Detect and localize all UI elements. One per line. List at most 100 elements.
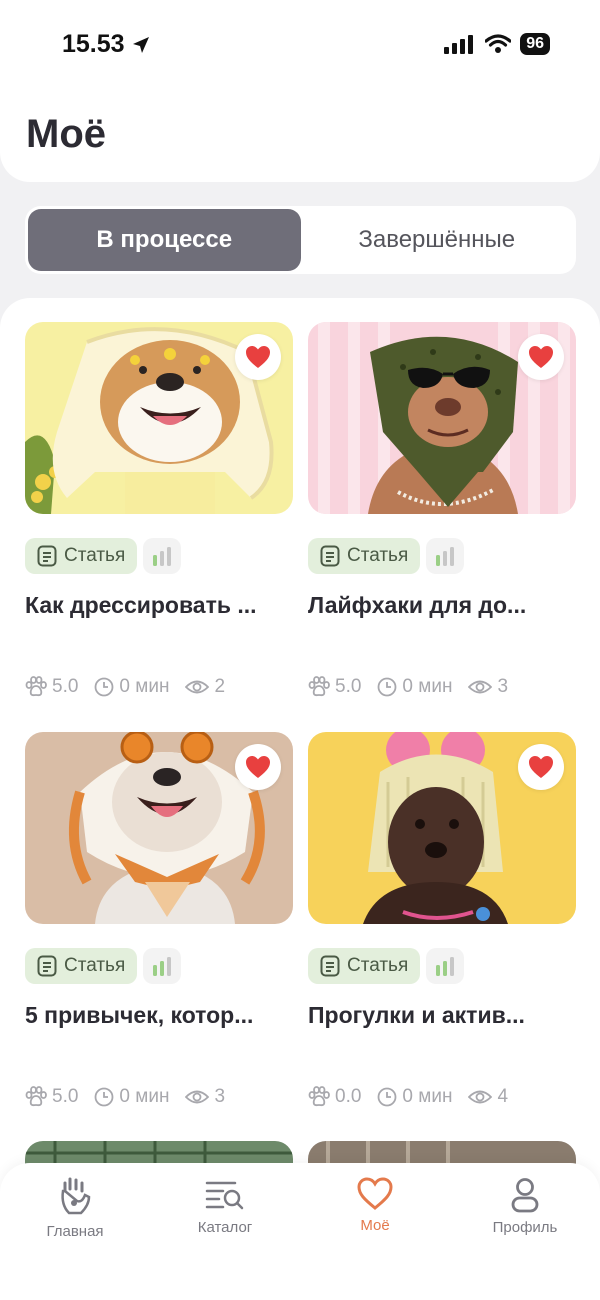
heart-icon <box>357 1177 393 1210</box>
card-title: Лайфхаки для до... <box>308 592 527 618</box>
article-type-badge: Статья <box>25 948 138 984</box>
article-card[interactable]: Статья Лайфхаки для до... 5.0 0 мин 3 <box>308 322 576 697</box>
card-title: Как дрессировать ... <box>25 592 257 618</box>
nav-label-catalog: Каталог <box>197 1219 253 1236</box>
article-type-label: Статья <box>347 955 409 976</box>
card-image-spaniel <box>308 732 576 924</box>
paw-icon <box>25 1086 47 1107</box>
article-type-badge: Статья <box>308 948 421 984</box>
status-indicators: 96 <box>444 33 550 55</box>
card-tags: Статья <box>25 538 182 574</box>
eye-icon <box>185 680 210 694</box>
paw-icon <box>25 676 47 697</box>
eye-icon <box>468 680 493 694</box>
status-bar: 15.53 96 <box>0 0 600 90</box>
card-tags: Статья <box>308 948 465 984</box>
duration: 0 мин <box>94 676 169 698</box>
article-card[interactable]: Статья Как дрессировать ... 5.0 0 мин 2 <box>25 322 293 697</box>
nav-item-profile[interactable]: Профиль <box>465 1177 585 1236</box>
views: 4 <box>468 1086 508 1108</box>
card-image-pitbull <box>308 322 576 514</box>
content-area: Статья Как дрессировать ... 5.0 0 мин 2 <box>0 298 600 1300</box>
article-card[interactable]: Статья Прогулки и актив... 0.0 0 мин 4 <box>308 732 576 1107</box>
article-type-badge: Статья <box>308 538 421 574</box>
eye-icon <box>468 1090 493 1104</box>
favorite-button[interactable] <box>518 334 564 380</box>
segmented-control: В процессе Завершённые <box>25 206 576 274</box>
profile-icon <box>511 1178 539 1213</box>
rating-value: 5.0 <box>52 1086 79 1107</box>
difficulty-level-icon <box>426 948 465 984</box>
tab-in-progress[interactable]: В процессе <box>28 209 301 271</box>
paw-hand-icon <box>61 1177 91 1215</box>
views-value: 3 <box>214 1086 226 1107</box>
card-meta: 0.0 0 мин 4 <box>308 1086 520 1108</box>
views-value: 2 <box>214 676 226 697</box>
document-icon <box>37 955 57 977</box>
duration: 0 мин <box>377 676 452 698</box>
heart-filled-icon <box>246 346 270 368</box>
status-time-text: 15.53 <box>62 30 125 58</box>
clock-icon <box>378 1087 397 1107</box>
rating: 5.0 <box>308 676 361 698</box>
heart-filled-icon <box>246 756 270 778</box>
rating: 0.0 <box>308 1086 361 1108</box>
article-card[interactable]: Статья 5 привычек, котор... 5.0 0 мин 3 <box>25 732 293 1107</box>
views: 3 <box>185 1086 225 1108</box>
rating: 5.0 <box>25 676 78 698</box>
tab-completed[interactable]: Завершённые <box>301 209 574 271</box>
difficulty-level-icon <box>426 538 465 574</box>
favorite-button[interactable] <box>235 744 281 790</box>
location-arrow-icon <box>132 36 149 53</box>
wifi-icon <box>485 34 512 53</box>
eye-icon <box>185 1090 210 1104</box>
difficulty-level-icon <box>143 948 182 984</box>
duration-value: 0 мин <box>402 1086 453 1107</box>
document-icon <box>37 545 57 567</box>
views-value: 4 <box>497 1086 509 1107</box>
nav-label-home: Главная <box>46 1223 104 1240</box>
signal-icon <box>444 35 474 54</box>
duration-value: 0 мин <box>119 1086 170 1107</box>
clock-icon <box>95 1087 114 1107</box>
favorite-button[interactable] <box>518 744 564 790</box>
status-time: 15.53 <box>62 30 151 59</box>
document-icon <box>320 955 340 977</box>
card-title: 5 привычек, котор... <box>25 1002 254 1028</box>
rating-value: 5.0 <box>52 676 79 697</box>
clock-icon <box>95 677 114 697</box>
heart-filled-icon <box>529 346 553 368</box>
views: 2 <box>185 676 225 698</box>
card-meta: 5.0 0 мин 2 <box>25 676 237 698</box>
card-tags: Статья <box>25 948 182 984</box>
duration: 0 мин <box>377 1086 452 1108</box>
card-image-shiba <box>25 322 293 514</box>
nav-label-mine: Моё <box>360 1217 390 1234</box>
paw-icon <box>308 1086 330 1107</box>
card-tags: Статья <box>308 538 465 574</box>
nav-item-mine[interactable]: Моё <box>315 1177 435 1234</box>
duration-value: 0 мин <box>402 676 453 697</box>
article-type-label: Статья <box>347 545 409 566</box>
difficulty-level-icon <box>143 538 182 574</box>
heart-filled-icon <box>529 756 553 778</box>
article-type-badge: Статья <box>25 538 138 574</box>
card-meta: 5.0 0 мин 3 <box>25 1086 237 1108</box>
rating: 5.0 <box>25 1086 78 1108</box>
paw-icon <box>308 676 330 697</box>
article-type-label: Статья <box>64 545 126 566</box>
document-icon <box>320 545 340 567</box>
catalog-search-icon <box>205 1181 244 1210</box>
card-image-frenchie <box>25 732 293 924</box>
bottom-nav: Главная Каталог Моё Профиль <box>0 1163 600 1300</box>
page-title: Моё <box>26 112 106 156</box>
rating-value: 5.0 <box>335 676 362 697</box>
favorite-button[interactable] <box>235 334 281 380</box>
duration: 0 мин <box>94 1086 169 1108</box>
nav-item-home[interactable]: Главная <box>15 1177 135 1240</box>
rating-value: 0.0 <box>335 1086 362 1107</box>
clock-icon <box>378 677 397 697</box>
card-meta: 5.0 0 мин 3 <box>308 676 520 698</box>
nav-item-catalog[interactable]: Каталог <box>165 1177 285 1236</box>
duration-value: 0 мин <box>119 676 170 697</box>
